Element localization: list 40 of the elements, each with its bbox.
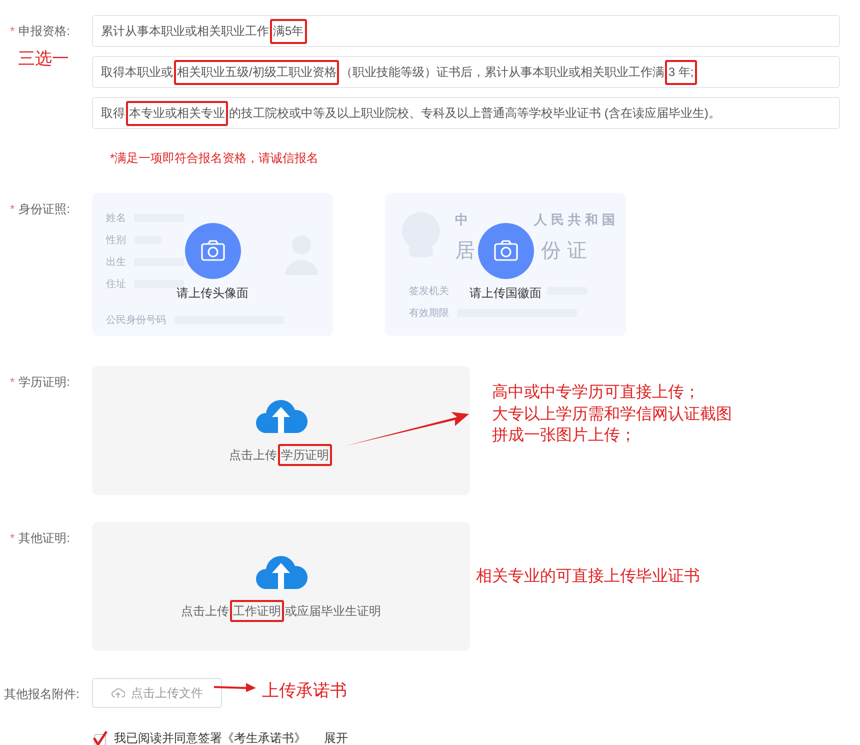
qualification-option[interactable]: 取得 本专业或相关专业 的技工院校或中等及以上职业院校、专科及以上普通高等学校毕业证书 (含在读应届毕业生)。 xyxy=(92,97,840,129)
upload-caption: 请上传国徽面 xyxy=(470,285,542,302)
card-field-label: 出生 xyxy=(106,256,126,269)
field-label: * 身份证照: xyxy=(10,201,70,218)
id-card-upload[interactable]: 姓名 性别 出生 住址 公民身份号码 请上传头像面 xyxy=(92,193,333,336)
annotation-text: 三选一 xyxy=(18,48,69,70)
field-label: 其他报名附件: xyxy=(4,686,80,703)
annotation-text: 高中或中专学历可直接上传； 大专以上学历需和学信网认证截图 拼成一张图片上传； xyxy=(492,382,732,446)
card-field-label: 姓名 xyxy=(106,212,126,225)
expand-link[interactable]: 展开 xyxy=(324,730,348,745)
camera-icon[interactable] xyxy=(184,223,240,279)
card-title: 份证 xyxy=(541,239,593,264)
card-field-label: 签发机关 xyxy=(409,284,449,298)
card-field-label: 公民身份号码 xyxy=(106,314,166,327)
field-label: * 其他证明: xyxy=(10,530,70,547)
qualification-option[interactable]: 取得本职业或 相关职业五级/初级工职业资格 （职业技能等级）证书后，累计从事本职业或相关职业工作满 3 年; xyxy=(92,56,840,88)
upload-area[interactable]: 点击上传 学历证明 xyxy=(92,366,470,495)
cloud-upload-icon xyxy=(111,687,125,699)
annotation-text: 上传承诺书 xyxy=(262,680,347,702)
upload-caption: 请上传头像面 xyxy=(176,285,248,302)
upload-hint: 点击上传 工作证明 或应届毕业生证明 xyxy=(181,603,381,620)
field-label: * 学历证明: xyxy=(10,374,70,391)
field-label: * 申报资格: xyxy=(10,23,70,40)
annotation-text: 相关专业的可直接上传毕业证书 xyxy=(476,566,700,587)
card-title: 居 xyxy=(455,239,481,264)
agree-checkbox[interactable] xyxy=(92,730,108,745)
qualification-option[interactable]: 累计从事本职业或相关职业工作 满5年 xyxy=(92,15,840,47)
card-title: 人民共和国 xyxy=(534,211,619,229)
annotation-arrow xyxy=(214,681,256,693)
upload-area[interactable]: 点击上传 工作证明 或应届毕业生证明 xyxy=(92,522,470,651)
card-title: 中 xyxy=(455,211,472,229)
id-card-upload[interactable]: 中 人民共和国 居 份证 签发机关 有效期限 请上传国徽面 xyxy=(385,193,626,336)
notice-text: *满足一项即符合报名资格，请诚信报名 xyxy=(110,150,320,167)
agreement-text: 我已阅读并同意签署《考生承诺书》 xyxy=(114,730,306,745)
card-field-label: 有效期限 xyxy=(409,306,449,320)
camera-icon[interactable] xyxy=(478,223,534,279)
upload-hint: 点击上传 学历证明 xyxy=(229,447,333,464)
card-field-label: 住址 xyxy=(106,278,126,291)
card-field-label: 性别 xyxy=(106,234,126,247)
placeholder-bar xyxy=(134,258,184,266)
